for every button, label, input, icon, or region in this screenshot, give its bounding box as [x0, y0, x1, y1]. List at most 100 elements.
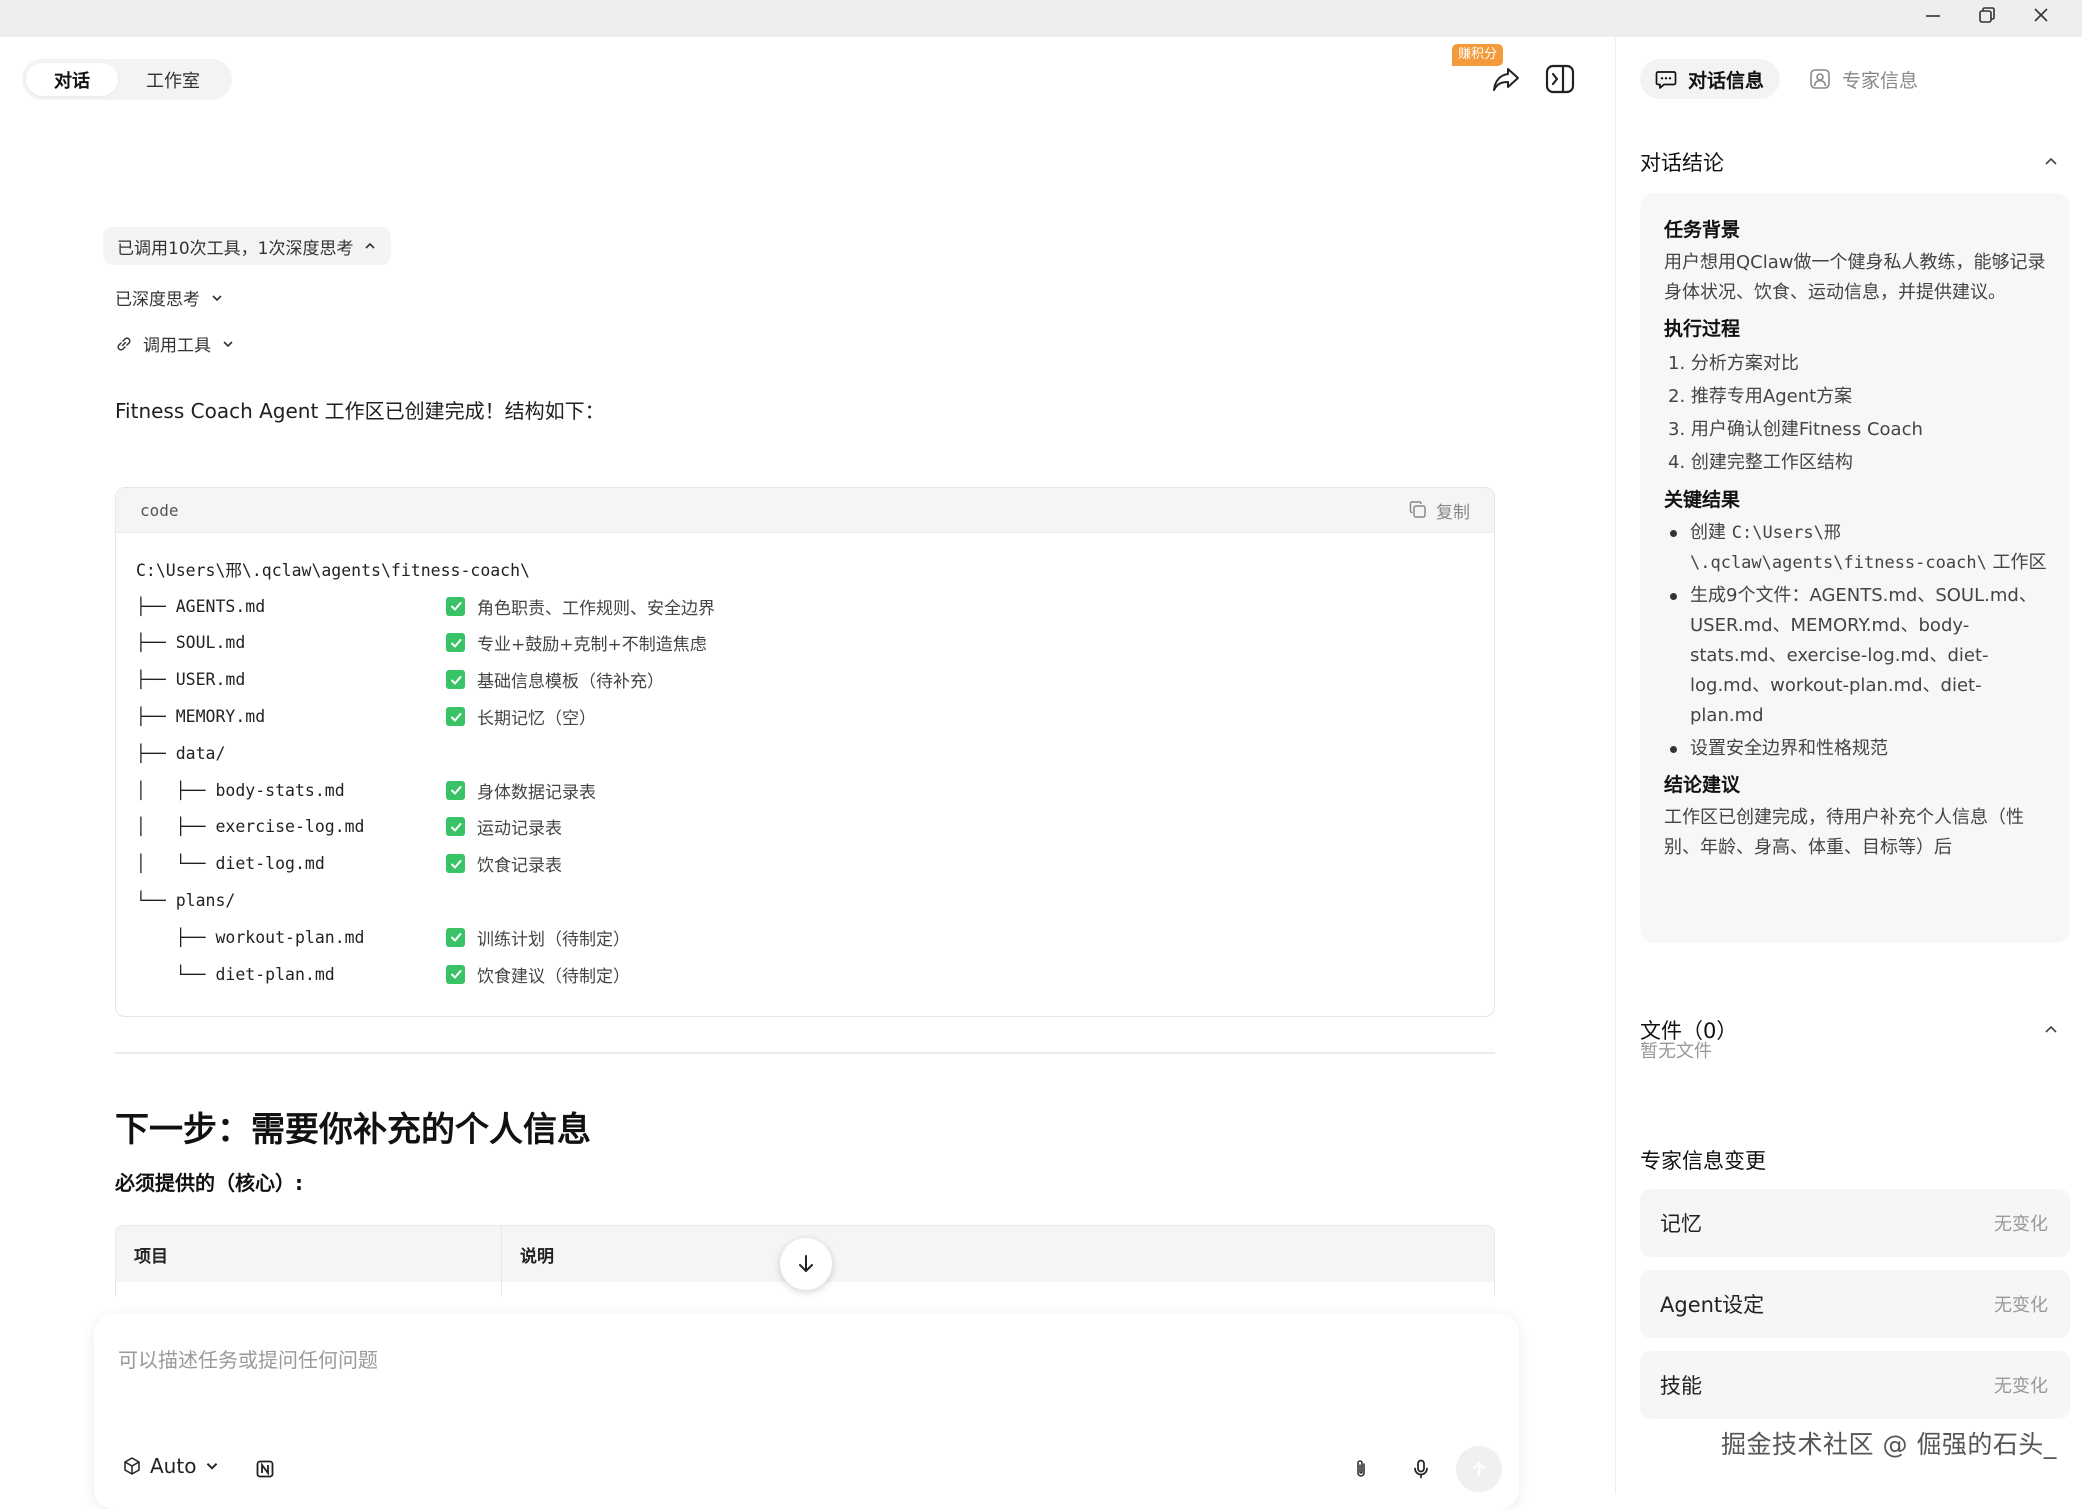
toggle-panel-button[interactable] [1540, 59, 1580, 99]
tree-row: │ └── diet-log.md 饮食记录表 [116, 845, 1494, 882]
chevron-up-icon [365, 242, 376, 249]
check-icon [446, 670, 465, 690]
paperclip-icon [1357, 1460, 1365, 1477]
list-item: 设置安全边界和性格规范 [1668, 734, 2050, 764]
check-icon [446, 707, 465, 727]
result-title: 关键结果 [1664, 489, 1741, 511]
chevron-up-icon [2045, 1025, 2057, 1033]
send-arrow-icon [1472, 1461, 1486, 1477]
tool-summary-label: 已调用10次工具，1次深度思考 [117, 238, 354, 259]
tree-row: ├── data/ [116, 735, 1494, 772]
tree-entry-name: ├── AGENTS.md [136, 597, 265, 616]
share-button[interactable] [1486, 59, 1526, 99]
tree-filename: exercise-log.md [215, 817, 365, 837]
tree-row: │ ├── body-stats.md 身体数据记录表 [116, 772, 1494, 809]
tree-row: ├── USER.md 基础信息模板（待补充） [116, 661, 1494, 698]
change-row-agent-settings[interactable]: Agent设定 无变化 [1640, 1270, 2070, 1338]
tree-entry-name: │ ├── body-stats.md [136, 781, 345, 800]
tree-root: C:\Users\邢\.qclaw\agents\fitness-coach\ [116, 551, 1494, 588]
send-button[interactable] [1456, 1446, 1502, 1492]
right-panel-tabs: 对话信息 专家信息 [1640, 59, 1934, 99]
change-label: 技能 [1660, 1374, 1702, 1398]
notion-icon [256, 1460, 274, 1478]
change-row-skills[interactable]: 技能 无变化 [1640, 1351, 2070, 1419]
result-1-post: 工作区 [1986, 552, 2047, 573]
check-icon [446, 964, 465, 984]
scroll-to-bottom-button[interactable] [780, 1238, 832, 1290]
tree-note-text: 身体数据记录表 [477, 782, 596, 803]
tree-note: 饮食记录表 [446, 851, 562, 876]
change-value: 无变化 [1994, 1295, 2048, 1316]
right-panel: 对话信息 专家信息 对话结论 任务背景 用户想用QClaw做一个健身私人教练，能… [1616, 37, 2082, 1494]
list-item: 1. 分析方案对比 [1668, 353, 1799, 374]
tree-note: 运动记录表 [446, 814, 562, 839]
tree-filename: body-stats.md [215, 780, 345, 800]
tree-note-text: 专业+鼓励+克制+不制造焦虑 [477, 635, 707, 656]
tree-branch: │ ├── [136, 780, 216, 800]
change-value: 无变化 [1994, 1376, 2048, 1397]
check-icon [446, 854, 465, 874]
changes-section-header: 专家信息变更 [1640, 1145, 2060, 1175]
bg-title: 任务背景 [1664, 219, 1741, 241]
tree-entry-name: ├── workout-plan.md [136, 928, 365, 947]
tab-studio[interactable]: 工作室 [118, 63, 228, 96]
list-item: 3. 用户确认创建Fitness Coach [1668, 419, 1923, 440]
mode-switch: 对话 工作室 [22, 59, 232, 100]
restore-button[interactable] [1960, 0, 2014, 29]
result-1-path: C:\Users\邢\.qclaw\agents\fitness-coach\ [1690, 523, 1987, 573]
tree-entry-name: └── plans/ [136, 891, 235, 910]
tree-filename: diet-plan.md [215, 964, 335, 984]
tree-note-text: 训练计划（待制定） [477, 929, 630, 950]
tree-filename: workout-plan.md [215, 927, 365, 947]
tree-filename: AGENTS.md [175, 596, 266, 616]
voice-button[interactable] [1404, 1452, 1438, 1486]
advice-title: 结论建议 [1664, 774, 1741, 796]
tool-summary-toggle[interactable]: 已调用10次工具，1次深度思考 [103, 227, 392, 265]
tree-entry-name: ├── MEMORY.md [136, 707, 265, 726]
chat-bubble-icon [1655, 71, 1677, 89]
check-icon [446, 817, 465, 837]
tree-filename: SOUL.md [175, 633, 246, 653]
tab-expert-info[interactable]: 专家信息 [1794, 59, 1934, 99]
change-row-memory[interactable]: 记忆 无变化 [1640, 1189, 2070, 1257]
code-header: code 复制 [116, 488, 1494, 533]
tab-chat[interactable]: 对话 [26, 63, 118, 96]
tree-branch: ├── [136, 670, 176, 690]
tree-row: │ ├── exercise-log.md 运动记录表 [116, 809, 1494, 846]
list-item: 创建 C:\Users\邢\.qclaw\agents\fitness-coac… [1668, 518, 2050, 578]
minimize-button[interactable] [1906, 0, 1960, 29]
restore-icon [1979, 6, 1995, 23]
copy-icon [1409, 501, 1426, 518]
tool-call-toggle[interactable]: 调用工具 [115, 331, 235, 356]
no-files-text: 暂无文件 [1640, 1041, 1712, 1062]
notion-button[interactable] [248, 1452, 282, 1486]
composer-placeholder[interactable]: 可以描述任务或提问任何问题 [118, 1344, 378, 1373]
message-composer[interactable]: 可以描述任务或提问任何问题 Auto [94, 1314, 1519, 1509]
deep-think-toggle[interactable]: 已深度思考 [115, 285, 224, 310]
tree-filename: MEMORY.md [175, 707, 266, 727]
tree-note-text: 基础信息模板（待补充） [477, 672, 664, 693]
divider [115, 1052, 1495, 1054]
window-titlebar [0, 0, 2082, 37]
close-button[interactable] [2014, 0, 2068, 29]
copy-label: 复制 [1436, 502, 1470, 522]
tree-branch: │ ├── [136, 817, 216, 837]
check-icon [446, 927, 465, 947]
tree-note: 基础信息模板（待补充） [446, 667, 664, 692]
next-step-heading: 下一步：需要你补充的个人信息 [115, 1110, 591, 1150]
tree-entry-name: ├── USER.md [136, 670, 245, 689]
col-item-header: 项目 [116, 1226, 502, 1282]
tab-chat-info[interactable]: 对话信息 [1640, 59, 1781, 99]
attach-button[interactable] [1344, 1452, 1378, 1486]
tree-branch: ├── [136, 596, 176, 616]
copy-button[interactable]: 复制 [1408, 498, 1470, 523]
model-select[interactable]: Auto [122, 1454, 220, 1478]
tree-filename: plans/ [175, 891, 236, 911]
tree-row: ├── SOUL.md 专业+鼓励+克制+不制造焦虑 [116, 625, 1494, 662]
change-label: Agent设定 [1660, 1293, 1765, 1317]
conclusion-section-header[interactable]: 对话结论 [1640, 147, 2060, 177]
bg-text: 用户想用QClaw做一个健身私人教练，能够记录身体状况、饮食、运动信息，并提供建… [1664, 252, 2046, 303]
tree-entry-name: │ ├── exercise-log.md [136, 817, 365, 836]
tree-branch: │ └── [136, 854, 216, 874]
required-heading: 必须提供的（核心）: [115, 1171, 303, 1195]
